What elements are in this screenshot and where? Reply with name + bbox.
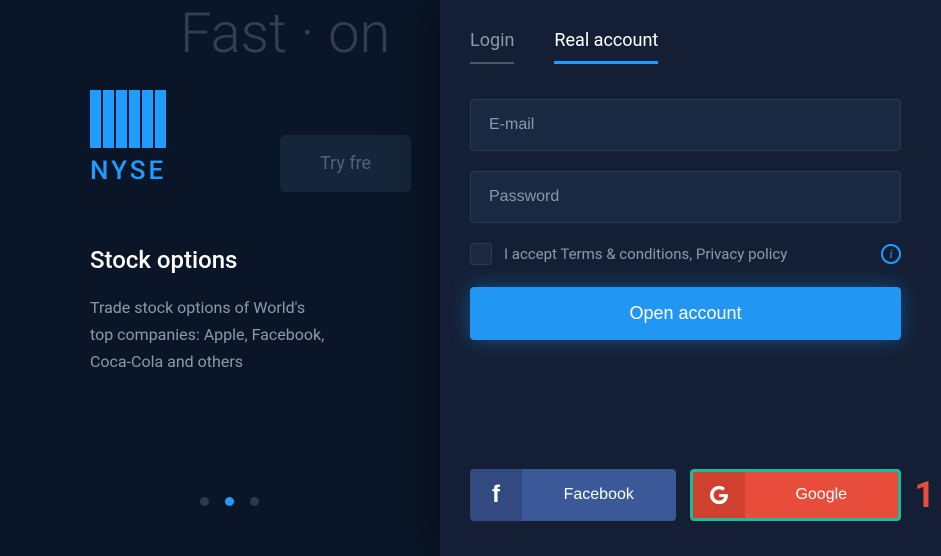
terms-checkbox[interactable] xyxy=(470,243,492,265)
annotation-marker-1: 1 xyxy=(914,474,935,516)
tab-real-account[interactable]: Real account xyxy=(554,30,658,64)
carousel-dot-1[interactable] xyxy=(200,497,209,506)
promo-title: Stock options xyxy=(90,246,400,274)
promo-description: Trade stock options of World's top compa… xyxy=(90,294,400,376)
carousel-dots xyxy=(200,497,259,506)
promo-panel: NYSE Stock options Trade stock options o… xyxy=(0,0,440,556)
open-account-button[interactable]: Open account xyxy=(470,287,901,340)
info-icon[interactable]: i xyxy=(881,244,901,264)
google-icon xyxy=(693,472,745,518)
terms-row: I accept Terms & conditions, Privacy pol… xyxy=(470,243,901,265)
promo-line-1: Trade stock options of World's xyxy=(90,294,400,321)
google-login-button[interactable]: Google xyxy=(690,469,902,521)
google-label: Google xyxy=(745,486,899,504)
promo-line-3: Coca-Cola and others xyxy=(90,348,400,375)
carousel-dot-2[interactable] xyxy=(225,497,234,506)
facebook-icon: f xyxy=(470,469,522,521)
social-buttons-row: f Facebook Google xyxy=(470,469,901,521)
auth-panel: Login Real account I accept Terms & cond… xyxy=(440,0,941,556)
facebook-login-button[interactable]: f Facebook xyxy=(470,469,676,521)
brand-name: NYSE xyxy=(90,156,400,186)
promo-line-2: top companies: Apple, Facebook, xyxy=(90,321,400,348)
facebook-label: Facebook xyxy=(522,486,676,504)
carousel-dot-3[interactable] xyxy=(250,497,259,506)
logo-bars-icon xyxy=(90,90,400,148)
auth-tabs: Login Real account xyxy=(470,30,901,64)
terms-label: I accept Terms & conditions, Privacy pol… xyxy=(504,245,869,263)
brand-logo: NYSE xyxy=(90,90,400,186)
tab-login[interactable]: Login xyxy=(470,30,514,64)
email-field[interactable] xyxy=(470,99,901,151)
password-field[interactable] xyxy=(470,171,901,223)
